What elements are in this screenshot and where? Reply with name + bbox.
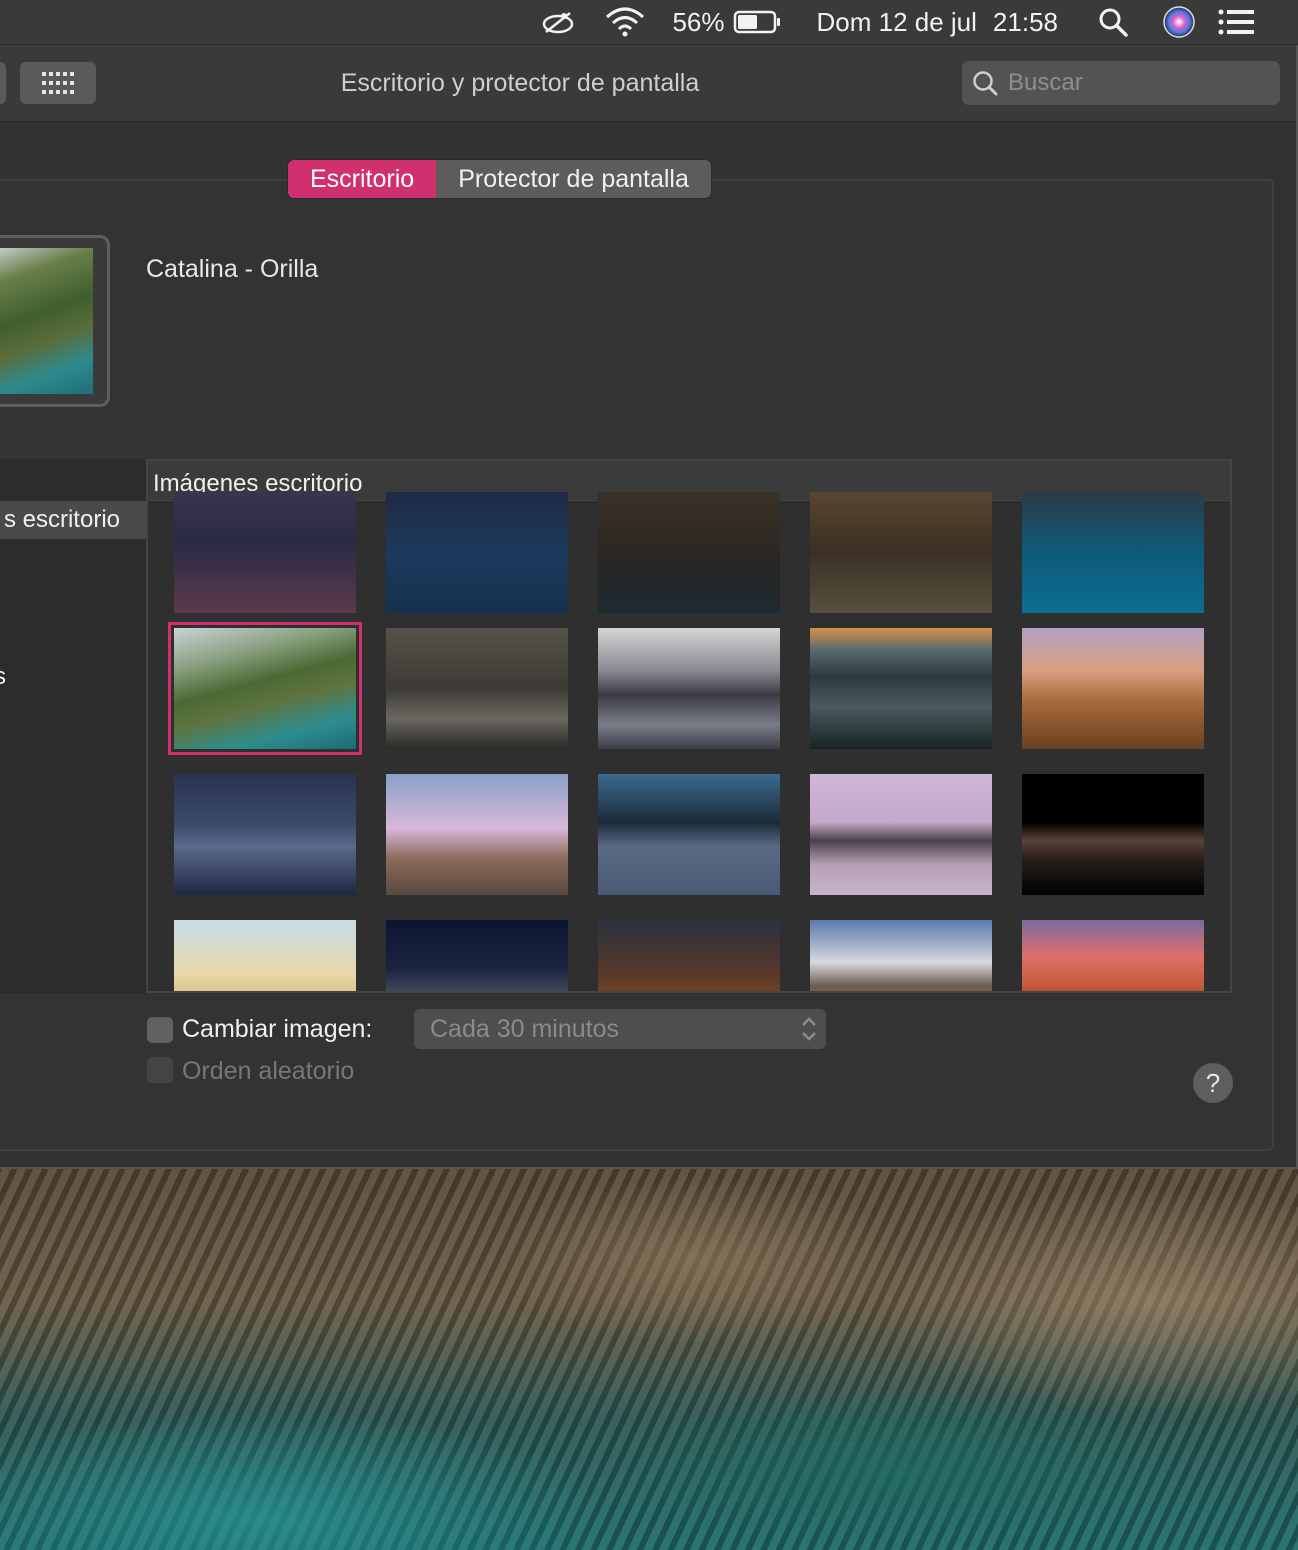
- wallpaper-thumbnail[interactable]: [174, 920, 356, 991]
- random-order-checkbox[interactable]: [147, 1057, 173, 1083]
- battery-indicator[interactable]: 56%: [672, 7, 782, 38]
- source-list: s escritorio s: [0, 459, 146, 993]
- wallpaper-thumbnail[interactable]: [1022, 920, 1204, 991]
- interval-value: Cada 30 minutos: [430, 1015, 620, 1043]
- wallpaper-thumbnail[interactable]: [386, 774, 568, 895]
- notification-center-icon[interactable]: [1218, 9, 1254, 35]
- source-item-partial[interactable]: s: [0, 663, 6, 691]
- chevron-up-down-icon: [802, 1017, 816, 1041]
- tab-screen-saver[interactable]: Protector de pantalla: [436, 160, 711, 198]
- wallpaper-thumbnail[interactable]: [598, 628, 780, 749]
- current-wallpaper-preview: [0, 235, 110, 407]
- spotlight-search-icon[interactable]: [1098, 7, 1128, 37]
- menubar-date: Dom 12 de jul: [816, 6, 977, 37]
- search-field[interactable]: [962, 61, 1280, 105]
- show-all-button[interactable]: [20, 62, 96, 104]
- grid-icon: [42, 72, 74, 94]
- search-input[interactable]: [1006, 68, 1260, 98]
- change-picture-checkbox[interactable]: [147, 1017, 173, 1043]
- wifi-icon[interactable]: [604, 7, 646, 37]
- random-order-label: Orden aleatorio: [182, 1057, 355, 1085]
- siri-icon[interactable]: [1162, 5, 1196, 39]
- help-button[interactable]: ?: [1193, 1063, 1233, 1103]
- preview-image: [0, 248, 93, 394]
- wallpaper-thumbnail[interactable]: [386, 628, 568, 749]
- tab-desktop[interactable]: Escritorio: [288, 160, 437, 198]
- wallpaper-thumbnail[interactable]: [168, 622, 362, 755]
- source-item-desktop-pictures[interactable]: s escritorio: [0, 501, 146, 539]
- wallpaper-thumbnail[interactable]: [174, 492, 356, 613]
- wallpaper-thumbnail[interactable]: [598, 774, 780, 895]
- battery-percent: 56%: [672, 6, 725, 37]
- window-toolbar: Escritorio y protector de pantalla: [0, 45, 1296, 122]
- menubar-time: 21:58: [992, 6, 1058, 37]
- ai-assistant-status-icon[interactable]: [538, 7, 578, 37]
- wallpaper-thumbnail[interactable]: [810, 492, 992, 613]
- menu-bar: 56% Dom 12 de jul 21:58: [0, 0, 1298, 45]
- change-picture-label: Cambiar imagen:: [182, 1015, 373, 1043]
- wallpaper-thumbnail[interactable]: [174, 774, 356, 895]
- wallpaper-thumbnail[interactable]: [598, 920, 780, 991]
- current-wallpaper-name: Catalina - Orilla: [146, 255, 319, 283]
- wallpaper-thumbnail[interactable]: [1022, 492, 1204, 613]
- wallpaper-thumbnail[interactable]: [1022, 628, 1204, 749]
- wallpaper-grid: Imágenes escritorio: [146, 459, 1232, 993]
- preferences-window: Escritorio y protector de pantalla Escri…: [0, 45, 1298, 1169]
- wallpaper-thumbnail[interactable]: [598, 492, 780, 613]
- change-interval-select[interactable]: Cada 30 minutos: [414, 1009, 826, 1049]
- wallpaper-thumbnail[interactable]: [810, 628, 992, 749]
- wallpaper-thumbnail[interactable]: [810, 920, 992, 991]
- clock[interactable]: Dom 12 de jul 21:58: [817, 7, 1059, 38]
- tab-bar: Escritorio Protector de pantalla: [288, 160, 711, 198]
- back-button[interactable]: [0, 62, 6, 104]
- search-icon: [973, 71, 998, 96]
- window-title: Escritorio y protector de pantalla: [340, 69, 700, 97]
- wallpaper-thumbnail[interactable]: [386, 492, 568, 613]
- battery-icon: [733, 10, 780, 34]
- wallpaper-thumbnail[interactable]: [1022, 774, 1204, 895]
- wallpaper-thumbnail[interactable]: [810, 774, 992, 895]
- wallpaper-thumbnail[interactable]: [386, 920, 568, 991]
